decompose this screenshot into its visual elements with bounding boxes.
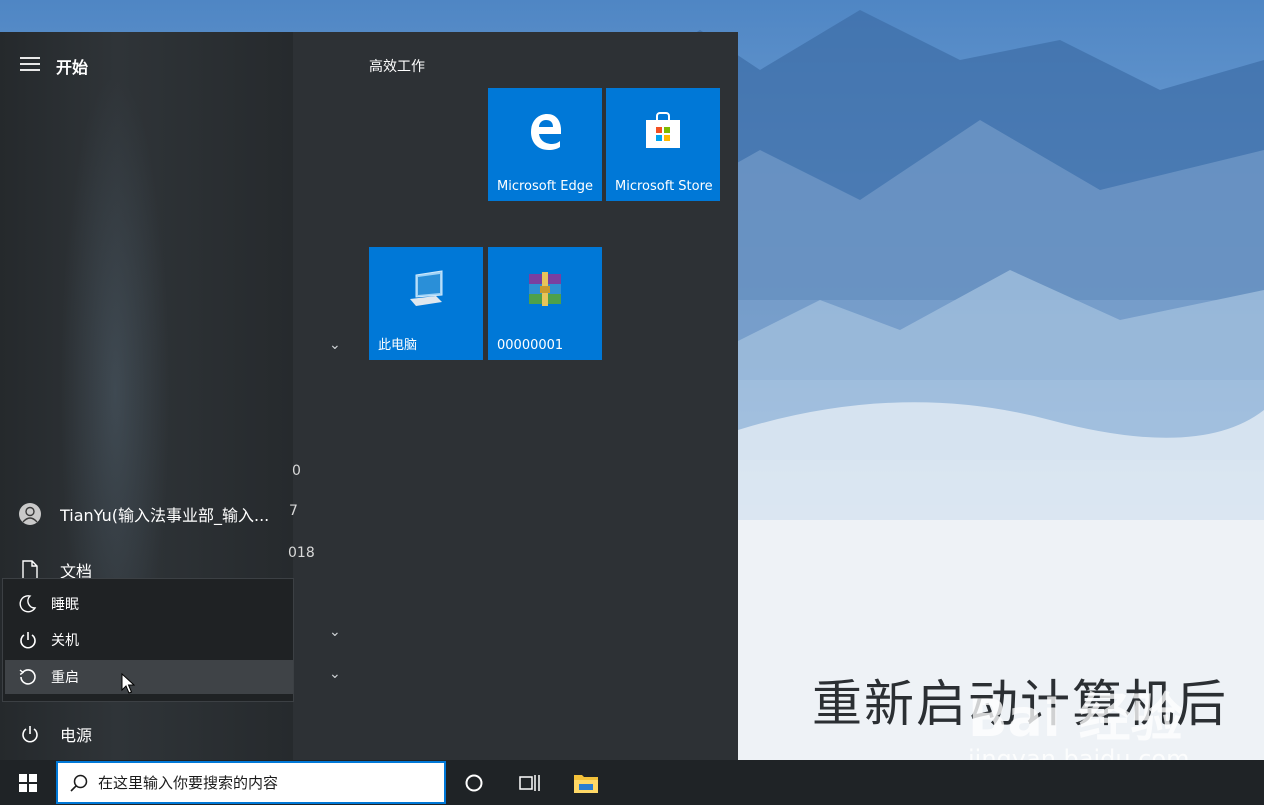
search-icon: [70, 774, 88, 792]
this-pc-icon: [410, 270, 443, 306]
chevron-down-icon[interactable]: ⌄: [329, 666, 341, 682]
start-menu: 开始 TianYu(输入法事业部_输入... 文档 电源 睡眠 关机 重启 0 …: [0, 32, 738, 760]
taskbar-search-box[interactable]: 在这里输入你要搜索的内容: [56, 761, 446, 804]
task-view-button[interactable]: [502, 760, 558, 805]
store-icon: [646, 112, 680, 148]
file-explorer-button[interactable]: [558, 760, 614, 805]
cortana-icon: [465, 774, 483, 791]
edge-icon: [531, 114, 561, 150]
user-name: TianYu(输入法事业部_输入...: [60, 506, 270, 525]
tile-00000001[interactable]: 00000001: [488, 247, 602, 360]
tile-label: Microsoft Edge: [497, 179, 594, 194]
power-item[interactable]: 电源: [0, 714, 293, 754]
app-list-fragment: 0: [292, 463, 301, 479]
start-button[interactable]: [0, 760, 56, 805]
chevron-down-icon[interactable]: ⌄: [329, 624, 341, 640]
tile-microsoft-edge[interactable]: Microsoft Edge: [488, 88, 602, 201]
sleep-moon-icon: [19, 595, 37, 613]
tile-microsoft-store[interactable]: Microsoft Store: [606, 88, 720, 201]
tile-label: Microsoft Store: [615, 179, 713, 194]
mouse-cursor-icon: [121, 673, 135, 694]
user-avatar-icon: [19, 503, 41, 525]
app-list-fragment: 7: [289, 503, 298, 519]
restart-label: 重启: [51, 670, 79, 686]
shutdown-label: 关机: [51, 633, 79, 649]
taskbar: 在这里输入你要搜索的内容: [0, 760, 1264, 805]
tile-group-title: 高效工作: [369, 59, 425, 75]
app-list-fragment: 018: [288, 545, 315, 561]
sleep-option[interactable]: 睡眠: [5, 587, 293, 621]
cortana-button[interactable]: [446, 760, 502, 805]
tile-label: 00000001: [497, 338, 564, 353]
start-title: 开始: [56, 58, 89, 77]
file-explorer-icon: [574, 774, 598, 793]
power-options-menu: 睡眠 关机 重启: [2, 578, 294, 702]
document-icon: [22, 560, 38, 580]
tile-label: 此电脑: [378, 338, 418, 353]
watermark-url: jingyan.baidu.com: [968, 745, 1190, 760]
chevron-down-icon[interactable]: ⌄: [329, 337, 341, 353]
task-view-icon: [519, 774, 540, 791]
power-icon: [22, 726, 38, 743]
user-account-item[interactable]: TianYu(输入法事业部_输入...: [0, 494, 293, 534]
shutdown-icon: [20, 632, 36, 649]
winrar-archive-icon: [529, 272, 561, 306]
hamburger-menu-icon[interactable]: [20, 57, 40, 71]
restart-icon: [19, 669, 36, 685]
baidu-watermark: Bai 经验: [968, 689, 1183, 749]
restart-option[interactable]: 重启: [5, 660, 293, 694]
shutdown-option[interactable]: 关机: [5, 623, 293, 657]
search-placeholder: 在这里输入你要搜索的内容: [98, 774, 279, 792]
tile-this-pc[interactable]: 此电脑: [369, 247, 483, 360]
sleep-label: 睡眠: [51, 597, 79, 613]
power-label: 电源: [60, 726, 93, 745]
windows-logo-icon: [19, 773, 37, 792]
